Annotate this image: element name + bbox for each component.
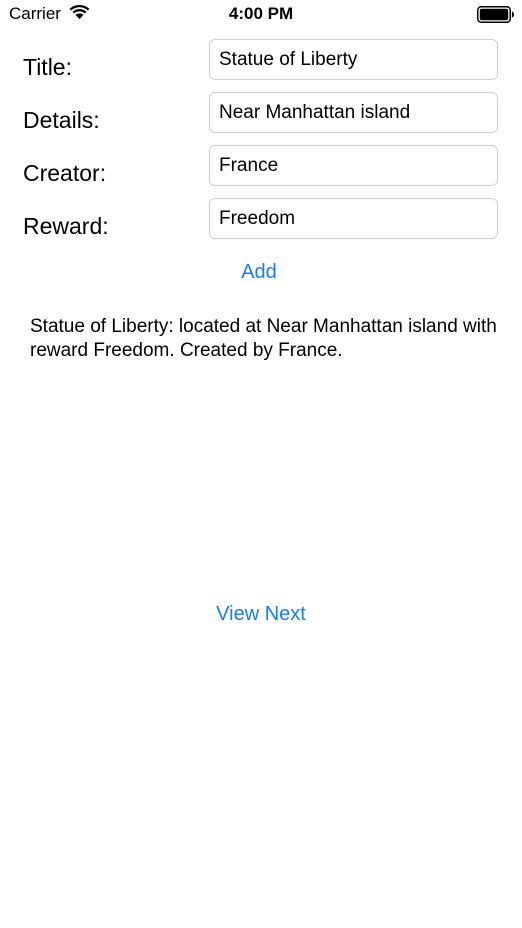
details-label: Details: [23, 107, 100, 133]
title-label: Title: [23, 54, 72, 80]
reward-label: Reward: [23, 213, 109, 239]
app-screen: Carrier 4:00 PM Title: Details: Creator:… [0, 0, 522, 928]
reward-field[interactable] [209, 198, 498, 239]
title-field[interactable] [209, 39, 498, 80]
add-button[interactable]: Add [0, 260, 518, 284]
summary-text: Statue of Liberty: located at Near Manha… [30, 316, 497, 361]
creator-label: Creator: [23, 160, 107, 186]
status-bar: Carrier 4:00 PM [0, 0, 522, 30]
creator-field[interactable] [209, 145, 498, 186]
status-time: 4:00 PM [228, 4, 294, 23]
view-next-button[interactable]: View Next [0, 602, 522, 626]
details-field[interactable] [209, 92, 498, 133]
battery-icon [477, 6, 514, 23]
